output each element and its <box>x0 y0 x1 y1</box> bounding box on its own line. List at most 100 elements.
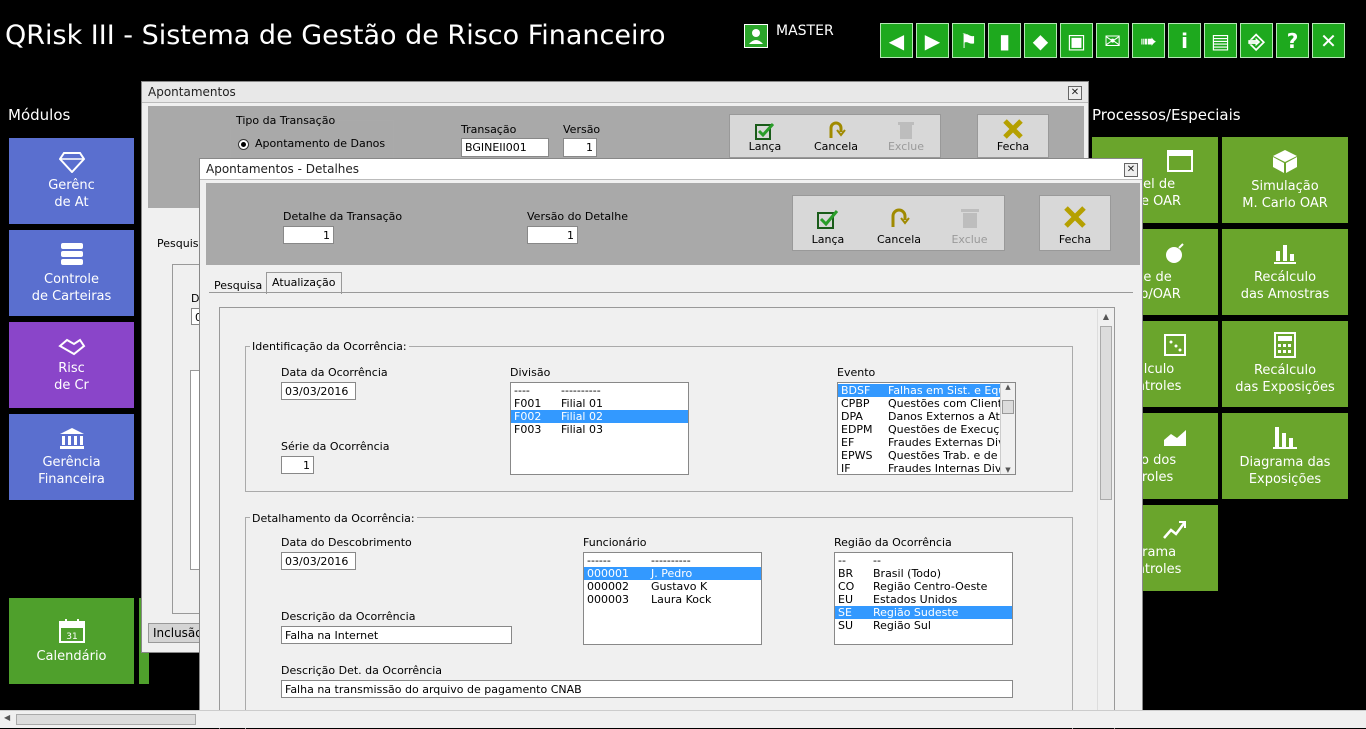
tipo-transacao-label: Tipo da Transação <box>234 114 338 127</box>
trash-icon <box>960 209 979 228</box>
toolbar-button-forward[interactable]: ▶ <box>916 23 949 58</box>
list-item[interactable]: BDSF Falhas em Sist. e Equi <box>838 384 1000 397</box>
tile-controle-carteiras[interactable]: Controle de Carteiras <box>9 230 134 316</box>
toolbar-button-back[interactable]: ◀ <box>880 23 913 58</box>
tile-recalculo-exposicoes[interactable]: Recálculo das Exposições <box>1222 321 1348 407</box>
tile-label: Gerência Financeira <box>38 455 105 487</box>
fecha-button[interactable]: Fecha <box>1039 195 1111 251</box>
descricao-det-input[interactable]: Falha na transmissão do arquivo de pagam… <box>281 680 1013 698</box>
funcionario-list[interactable]: ------ ---------- 000001 J. Pedro 000002 Gust… <box>583 552 762 645</box>
radio-apontamento[interactable] <box>238 139 249 150</box>
data-descobrimento-label: Data do Descobrimento <box>281 536 412 549</box>
list-item[interactable]: EU Estados Unidos <box>835 593 1012 606</box>
toolbar-button-mail-check[interactable]: ✉ <box>1096 23 1129 58</box>
info-icon: i <box>1181 28 1188 53</box>
tile-recalculo-amostras[interactable]: Recálculo das Amostras <box>1222 229 1348 315</box>
list-item[interactable]: -- -- <box>835 554 1012 567</box>
detalhamento-label: Detalhamento da Ocorrência: <box>250 512 417 525</box>
list-item[interactable]: DPA Danos Externos a Ativ <box>838 410 1000 423</box>
divisao-list[interactable]: ---- ---------- F001 Filial 01 F002 Filial 02… <box>510 382 689 475</box>
list-item[interactable]: EPWS Questões Trab. e de S <box>838 449 1000 462</box>
list-item[interactable]: F002 Filial 02 <box>511 410 688 423</box>
toolbar-button-help[interactable]: ? <box>1276 23 1309 58</box>
calculator-icon <box>1274 332 1296 358</box>
radio-label: Apontamento de Danos <box>255 137 386 150</box>
list-item-code: SE <box>838 606 852 619</box>
list-item[interactable]: EDPM Questões de Execuçã <box>838 423 1000 436</box>
trend-icon <box>1163 521 1186 539</box>
list-item-desc: Filial 03 <box>561 423 603 436</box>
list-item-code: CO <box>838 580 855 593</box>
versao-input[interactable]: 1 <box>563 138 597 157</box>
serie-ocorrencia-input[interactable]: 1 <box>281 456 314 474</box>
list-item-desc: Questões Trab. e de S <box>888 449 1000 462</box>
list-item-code: EU <box>838 593 854 606</box>
list-item[interactable]: EF Fraudes Externas Dive <box>838 436 1000 449</box>
handshake-icon <box>57 338 85 356</box>
fecha-label: Fecha <box>1058 233 1092 246</box>
list-item[interactable]: F001 Filial 01 <box>511 397 688 410</box>
versao-detalhe-input[interactable]: 1 <box>527 226 578 244</box>
detalhe-input[interactable]: 1 <box>283 226 334 244</box>
list-item[interactable]: 000001 J. Pedro <box>584 567 761 580</box>
toolbar-button-close[interactable]: ✕ <box>1312 23 1345 58</box>
close-icon[interactable]: ✕ <box>1124 163 1138 177</box>
list-item[interactable]: SU Região Sul <box>835 619 1012 632</box>
lanca-label: Lança <box>748 140 782 153</box>
list-item[interactable]: BR Brasil (Todo) <box>835 567 1012 580</box>
data-descobrimento-input[interactable]: 03/03/2016 <box>281 552 356 570</box>
regiao-list[interactable]: -- -- BR Brasil (Todo) CO Região Centro-Oeste… <box>834 552 1013 645</box>
tile-gerencia-financeira[interactable]: Gerência Financeira <box>9 414 134 500</box>
mail-check-icon: ✉ <box>1104 28 1121 53</box>
lanca-button[interactable]: Lança <box>730 115 800 157</box>
data-ocorrencia-input[interactable]: 03/03/2016 <box>281 382 356 400</box>
list-item[interactable]: IF Fraudes Internas Dive <box>838 462 1000 474</box>
tab-atualizacao[interactable]: Atualização <box>266 272 342 294</box>
tile-calendario[interactable]: 31 Calendário <box>9 598 134 684</box>
toolbar-button-info[interactable]: i <box>1168 23 1201 58</box>
toolbar-button-traffic-light[interactable]: ⚑ <box>952 23 985 58</box>
toolbar-button-send[interactable]: ➠ <box>1132 23 1165 58</box>
lanca-button[interactable]: Lança <box>793 196 863 250</box>
list-item-code: 000003 <box>587 593 629 606</box>
list-item-code: ---- <box>514 384 530 397</box>
toolbar-button-paint-bucket[interactable]: ◆ <box>1024 23 1057 58</box>
list-item-code: CPBP <box>841 397 870 410</box>
list-item[interactable]: CPBP Questões com Cliente <box>838 397 1000 410</box>
list-item-desc: Brasil (Todo) <box>873 567 942 580</box>
evento-list[interactable]: BDSF Falhas em Sist. e Equi CPBP Questões c… <box>837 382 1016 475</box>
list-item-desc: Questões com Cliente <box>888 397 1000 410</box>
vertical-scrollbar[interactable]: ▲ ▼ <box>1097 309 1114 719</box>
toolbar-button-exit-door[interactable]: ⎆ <box>1240 23 1273 58</box>
list-item[interactable]: CO Região Centro-Oeste <box>835 580 1012 593</box>
app-title: QRisk III - Sistema de Gestão de Risco F… <box>5 20 666 51</box>
tile-gerencia-ativos[interactable]: Gerênc de At <box>9 138 134 224</box>
svg-text:31: 31 <box>66 632 77 642</box>
transacao-input[interactable]: BGINEII001 <box>461 138 549 157</box>
tile-risco-credito[interactable]: Risc de Cr <box>9 322 134 408</box>
cancela-button[interactable]: Cancela <box>864 196 934 250</box>
horizontal-scrollbar[interactable]: ◀ <box>0 710 1366 728</box>
tile-simulacao-carlo[interactable]: Simulação M. Carlo OAR <box>1222 137 1348 223</box>
list-item[interactable]: 000002 Gustavo K <box>584 580 761 593</box>
fecha-button[interactable]: Fecha <box>977 114 1049 158</box>
transacao-label: Transação <box>461 123 517 136</box>
close-icon[interactable]: ✕ <box>1068 86 1082 100</box>
list-item-desc: Região Sul <box>873 619 931 632</box>
evento-scrollbar[interactable]: ▲ ▼ <box>1000 383 1015 474</box>
list-item[interactable]: 000003 Laura Kock <box>584 593 761 606</box>
list-item[interactable]: ------ ---------- <box>584 554 761 567</box>
list-item[interactable]: ---- ---------- <box>511 384 688 397</box>
undo-icon <box>829 121 846 138</box>
panel-icon <box>1167 150 1193 172</box>
descricao-input[interactable]: Falha na Internet <box>281 626 512 644</box>
list-item[interactable]: SE Região Sudeste <box>835 606 1012 619</box>
versao-detalhe-label: Versão do Detalhe <box>527 210 628 223</box>
toolbar-button-column[interactable]: ▮ <box>988 23 1021 58</box>
tile-diagrama-exposicoes[interactable]: Diagrama das Exposições <box>1222 413 1348 499</box>
list-item[interactable]: F003 Filial 03 <box>511 423 688 436</box>
cancela-button[interactable]: Cancela <box>801 115 871 157</box>
toolbar-button-monitor[interactable]: ▣ <box>1060 23 1093 58</box>
forward-icon: ▶ <box>924 28 941 53</box>
toolbar-button-document-settings[interactable]: ▤ <box>1204 23 1237 58</box>
